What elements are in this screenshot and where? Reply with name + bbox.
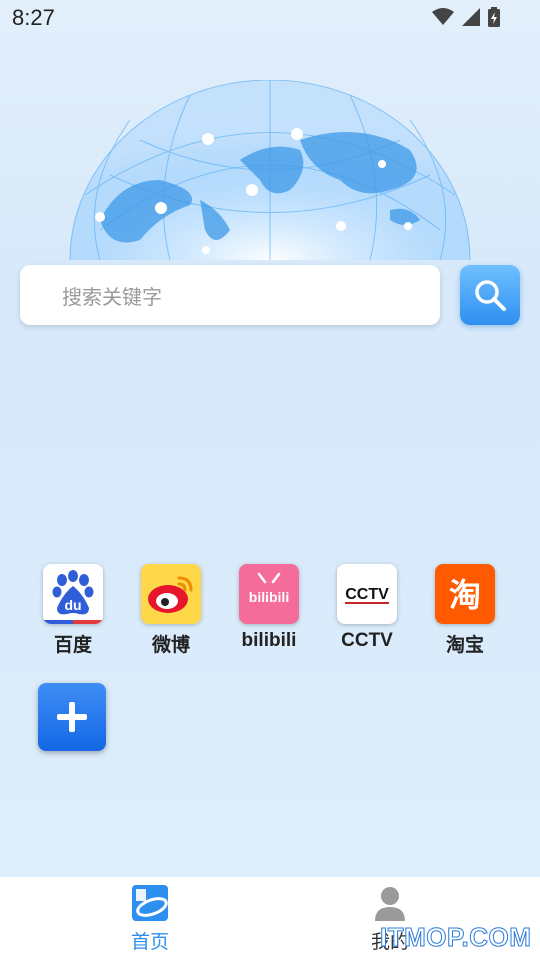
svg-text:CCTV: CCTV: [345, 586, 389, 603]
shortcut-cctv[interactable]: CCTV CCTV: [327, 564, 407, 652]
baidu-icon: du: [43, 564, 103, 624]
svg-text:bilibili: bilibili: [249, 589, 289, 605]
search-placeholder: 搜索关键字: [62, 286, 162, 309]
shortcut-taobao[interactable]: 淘 淘宝: [425, 564, 505, 657]
tab-home[interactable]: 首页: [90, 883, 210, 954]
cctv-icon: CCTV: [337, 564, 397, 624]
taobao-icon: 淘: [435, 564, 495, 624]
search-button[interactable]: [460, 265, 520, 325]
wifi-icon: [432, 8, 454, 25]
battery-charging-icon: [488, 7, 500, 27]
svg-text:淘: 淘: [449, 576, 481, 614]
status-icons: [432, 7, 500, 27]
globe-illustration: [69, 80, 471, 261]
shortcut-baidu[interactable]: du 百度: [33, 564, 113, 657]
status-bar: 8:27: [0, 0, 540, 36]
search-input[interactable]: 搜索关键字: [20, 265, 440, 325]
weibo-icon: [141, 564, 201, 624]
add-shortcut-button[interactable]: [38, 683, 106, 751]
tab-home-label: 首页: [130, 932, 169, 953]
search-icon: [475, 280, 506, 311]
watermark: ITMOP.COM: [379, 922, 532, 953]
shortcut-label: CCTV: [341, 630, 393, 651]
plus-icon: [57, 702, 87, 732]
shortcut-label: 百度: [53, 635, 92, 656]
bilibili-icon: bilibili: [239, 564, 299, 624]
home-logo-icon: [132, 885, 168, 921]
shortcut-label: 微博: [151, 635, 190, 656]
shortcut-weibo[interactable]: 微博: [131, 564, 211, 657]
status-time: 8:27: [12, 5, 55, 30]
shortcut-label: 淘宝: [445, 635, 484, 656]
shortcut-bilibili[interactable]: bilibili bilibili: [229, 564, 309, 652]
cellular-signal-icon: [462, 8, 480, 26]
shortcut-label: bilibili: [241, 630, 297, 651]
svg-text:du: du: [64, 597, 81, 613]
person-icon: [375, 887, 405, 921]
